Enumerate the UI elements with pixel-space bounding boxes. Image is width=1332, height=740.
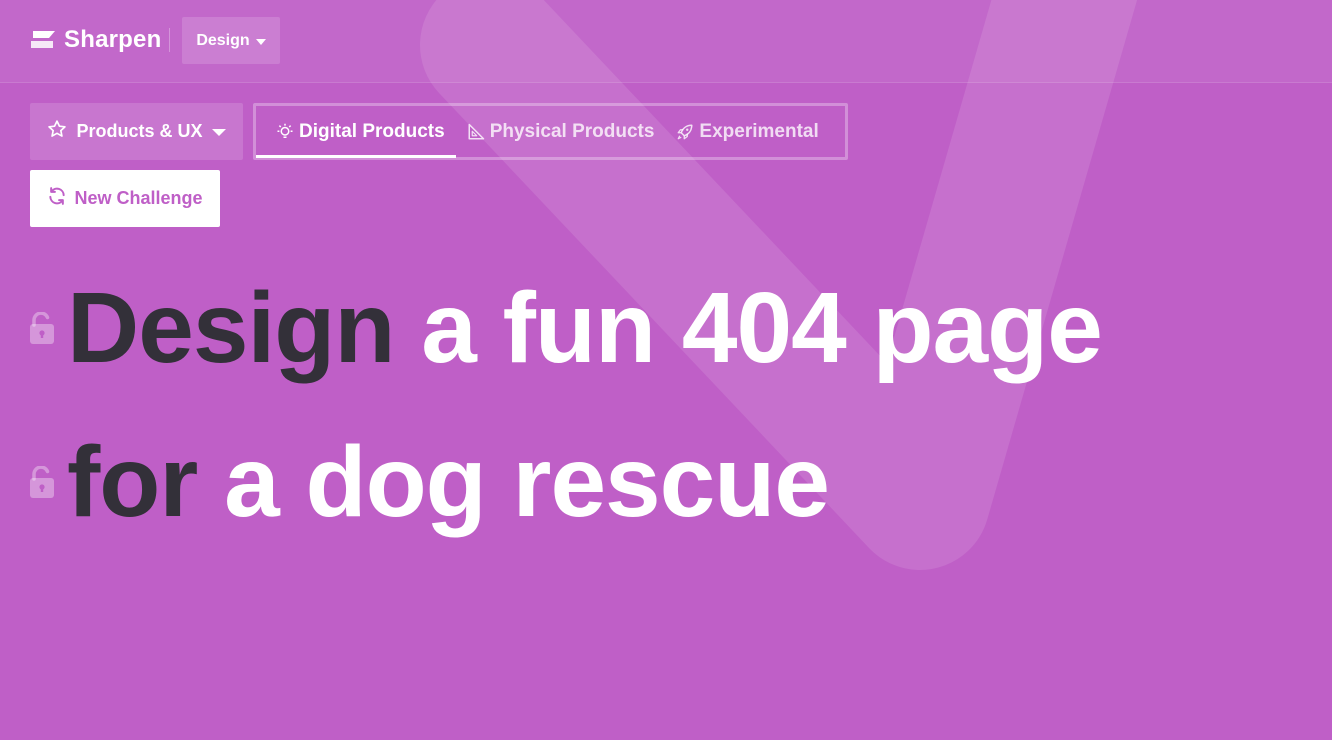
brand-name: Sharpen [64,26,162,53]
tab-digital-products[interactable]: Digital Products [256,106,456,158]
challenge-line-2: for a dog rescue [30,430,830,534]
category-dropdown[interactable]: Products & UX [30,103,243,160]
set-square-icon [467,123,485,141]
tab-label: Digital Products [299,120,445,142]
challenge-subject[interactable]: a fun 404 page [394,272,1103,384]
new-challenge-label: New Challenge [74,188,203,208]
discipline-label: Design [196,31,250,49]
challenge-audience[interactable]: a dog rescue [197,426,830,538]
challenge-connector[interactable]: for [67,426,198,538]
challenge-line-1: Design a fun 404 page [30,276,1103,380]
caret-down-icon [255,38,266,45]
unlock-icon[interactable] [30,466,54,498]
challenge-text-line-1: Design a fun 404 page [67,276,1103,380]
rocket-icon [676,123,694,141]
new-challenge-button[interactable]: New Challenge [30,170,220,227]
challenge-text-line-2: for a dog rescue [67,430,830,534]
brand-link[interactable]: Sharpen [30,24,161,56]
caret-down-icon [211,129,226,136]
tab-label: Physical Products [489,120,655,142]
sharpen-logo-icon [30,30,56,50]
discipline-dropdown[interactable]: Design [182,17,280,64]
unlock-icon[interactable] [30,312,54,344]
star-icon [47,119,67,144]
refresh-icon [47,186,67,211]
category-label: Products & UX [76,121,203,141]
lightbulb-icon [276,123,294,141]
product-type-tabs: Digital Products Physical Products Exper… [253,103,848,160]
top-bar: Sharpen Design [0,0,1332,83]
challenge-verb[interactable]: Design [67,272,395,384]
tab-label: Experimental [699,120,819,142]
brand-divider [169,28,170,52]
tab-physical-products[interactable]: Physical Products [456,106,666,157]
tab-experimental[interactable]: Experimental [665,106,829,157]
